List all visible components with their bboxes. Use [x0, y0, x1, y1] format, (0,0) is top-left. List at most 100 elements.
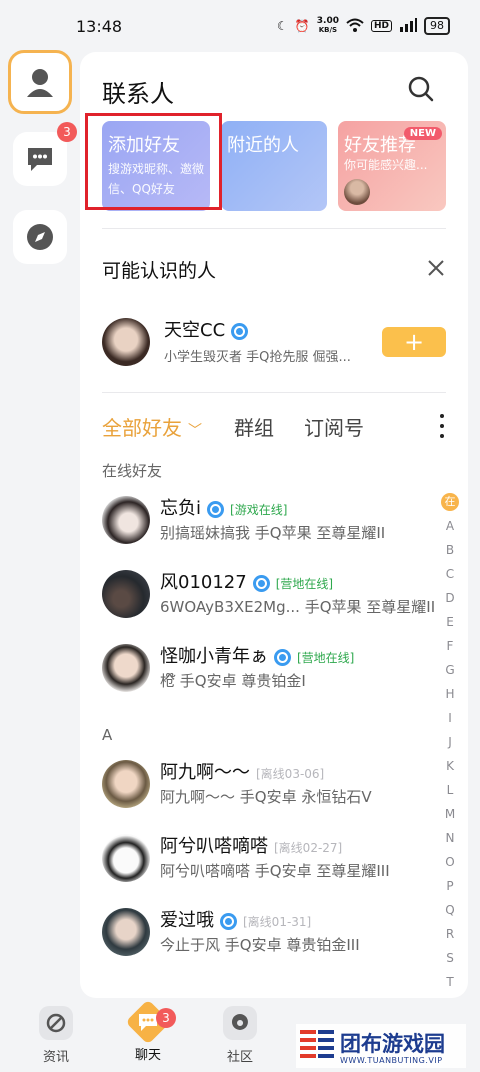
friend-name-row: 阿兮叭嗒嘀嗒 [离线02-27]	[160, 832, 342, 858]
alpha-letter[interactable]: Q	[437, 898, 463, 922]
nav-chat-label: 聊天	[134, 1048, 161, 1063]
tab-all-friends[interactable]: 全部好友 ﹀	[102, 412, 202, 441]
friend-desc: 阿兮叭嗒嘀嗒 手Q安卓 至尊星耀III	[160, 862, 390, 880]
alpha-letter[interactable]: T	[437, 970, 463, 994]
highlight-box	[85, 113, 222, 210]
alpha-letter[interactable]: M	[437, 802, 463, 826]
friend-name-row: 风010127 [营地在线]	[160, 568, 333, 594]
suggest-name-row: 天空CC	[164, 316, 249, 342]
verified-icon	[252, 574, 270, 592]
net-speed: 3.00 KB/S	[317, 17, 339, 35]
nav-news[interactable]: 资讯	[26, 1006, 86, 1065]
rail-chat-button[interactable]: 3	[13, 122, 77, 186]
friend-name: 阿九啊～～	[160, 762, 250, 783]
alpha-letter[interactable]: G	[437, 658, 463, 682]
alpha-letter[interactable]: K	[437, 754, 463, 778]
friend-desc: 别搞瑶妹搞我 手Q苹果 至尊星耀II	[160, 524, 386, 542]
alpha-letter[interactable]: E	[437, 610, 463, 634]
nearby-people-card[interactable]: 附近的人	[221, 121, 327, 211]
friend-item[interactable]: 风010127 [营地在线] 6WOAyB3XE2Mg... 手Q苹果 至尊星耀I…	[102, 568, 442, 620]
wifi-icon	[346, 18, 364, 35]
alpha-letter[interactable]: J	[437, 730, 463, 754]
tab-all-friends-label: 全部好友	[102, 416, 182, 440]
friend-item[interactable]: 阿九啊～～ [离线03-06] 阿九啊～～ 手Q安卓 永恒钻石V	[102, 758, 442, 810]
page-title: 联系人	[102, 80, 174, 108]
nav-chat[interactable]: 聊天 3	[118, 999, 178, 1063]
avatar	[102, 496, 150, 544]
alpha-letter[interactable]: A	[437, 514, 463, 538]
friend-status: [离线01-31]	[243, 914, 312, 929]
close-icon	[428, 260, 444, 276]
compass-icon	[27, 224, 53, 250]
friend-desc: 阿九啊～～ 手Q安卓 永恒钻石V	[160, 788, 372, 806]
divider	[102, 228, 446, 229]
friend-status: [游戏在线]	[230, 502, 288, 517]
status-icons: ☾ ⏰ 3.00 KB/S HD 98	[277, 17, 450, 35]
friend-name: 忘负i	[160, 498, 202, 519]
alpha-letter[interactable]: C	[437, 562, 463, 586]
close-suggest-button[interactable]	[426, 258, 446, 278]
avatar	[102, 908, 150, 956]
tab-subscriptions[interactable]: 订阅号	[304, 412, 364, 441]
person-icon	[27, 69, 53, 97]
alpha-letter[interactable]: P	[437, 874, 463, 898]
friend-status: [营地在线]	[297, 650, 355, 665]
watermark-logo	[300, 1030, 334, 1058]
search-button[interactable]	[406, 74, 436, 104]
divider	[102, 392, 446, 393]
alpha-letter[interactable]: B	[437, 538, 463, 562]
avatar	[102, 760, 150, 808]
friend-name-row: 阿九啊～～ [离线03-06]	[160, 758, 324, 784]
alpha-letter[interactable]: 在	[441, 493, 459, 511]
group-label-a: A	[102, 726, 113, 744]
friend-name: 阿兮叭嗒嘀嗒	[160, 836, 268, 857]
tab-groups[interactable]: 群组	[234, 412, 274, 441]
moon-icon: ☾	[277, 19, 288, 33]
alpha-letter[interactable]: F	[437, 634, 463, 658]
verified-icon	[207, 500, 225, 518]
status-time: 13:48	[76, 16, 123, 36]
friend-tabs: 全部好友 ﹀ 群组 订阅号	[102, 412, 446, 444]
suggest-name: 天空CC	[164, 320, 226, 341]
friend-item[interactable]: 忘负i [游戏在线] 别搞瑶妹搞我 手Q苹果 至尊星耀II	[102, 494, 442, 546]
friend-recommend-card[interactable]: 好友推荐 NEW 你可能感兴趣...	[338, 121, 446, 211]
add-friend-button[interactable]: +	[382, 327, 446, 357]
friend-status: [营地在线]	[275, 576, 334, 591]
avatar	[102, 834, 150, 882]
alpha-letter[interactable]: S	[437, 946, 463, 970]
avatar	[102, 570, 150, 618]
verified-icon	[231, 322, 249, 340]
friend-item[interactable]: 怪咖小青年ぁ [营地在线] 枪໊ 手Q安卓 尊贵铂金I	[102, 642, 442, 694]
verified-icon	[274, 648, 291, 666]
alpha-letter[interactable]: R	[437, 922, 463, 946]
watermark-text: 团布游戏园	[340, 1032, 445, 1056]
friend-recommend-subtitle: 你可能感兴趣...	[344, 158, 428, 172]
suggest-section-title: 可能认识的人	[102, 260, 217, 282]
search-icon	[408, 76, 434, 102]
watermark: 团布游戏园 WWW.TUANBUTING.VIP	[296, 1024, 466, 1068]
alpha-letter[interactable]: N	[437, 826, 463, 850]
nav-news-label: 资讯	[42, 1050, 69, 1065]
friend-desc: 6WOAyB3XE2Mg... 手Q苹果 至尊星耀II	[160, 598, 436, 616]
friend-desc: 枪໊ 手Q安卓 尊贵铂金I	[160, 672, 306, 690]
friend-name: 怪咖小青年ぁ	[160, 646, 268, 667]
alpha-letter[interactable]: O	[437, 850, 463, 874]
alpha-letter[interactable]: I	[437, 706, 463, 730]
friend-name: 风010127	[160, 572, 247, 593]
avatar	[344, 179, 370, 205]
more-options-button[interactable]	[438, 414, 446, 438]
alphabet-index[interactable]: 在 A B C D E F G H I J K L M N O P Q R S …	[437, 490, 463, 994]
alpha-letter[interactable]: H	[437, 682, 463, 706]
friend-item[interactable]: 阿兮叭嗒嘀嗒 [离线02-27] 阿兮叭嗒嘀嗒 手Q安卓 至尊星耀III	[102, 832, 442, 884]
signal-icon	[399, 17, 417, 35]
alpha-letter[interactable]: L	[437, 778, 463, 802]
rail-discover-button[interactable]	[13, 210, 67, 264]
avatar	[102, 644, 150, 692]
nav-community[interactable]: 社区	[210, 1006, 270, 1065]
nav-chat-badge: 3	[156, 1008, 176, 1028]
friend-item[interactable]: 爱过哦 [离线01-31] 今止于风 手Q安卓 尊贵铂金III	[102, 906, 442, 958]
alpha-letter[interactable]: D	[437, 586, 463, 610]
rail-contacts-button[interactable]	[8, 50, 72, 114]
friend-name-row: 忘负i [游戏在线]	[160, 494, 287, 520]
status-bar: 13:48 ☾ ⏰ 3.00 KB/S HD 98	[0, 0, 480, 52]
